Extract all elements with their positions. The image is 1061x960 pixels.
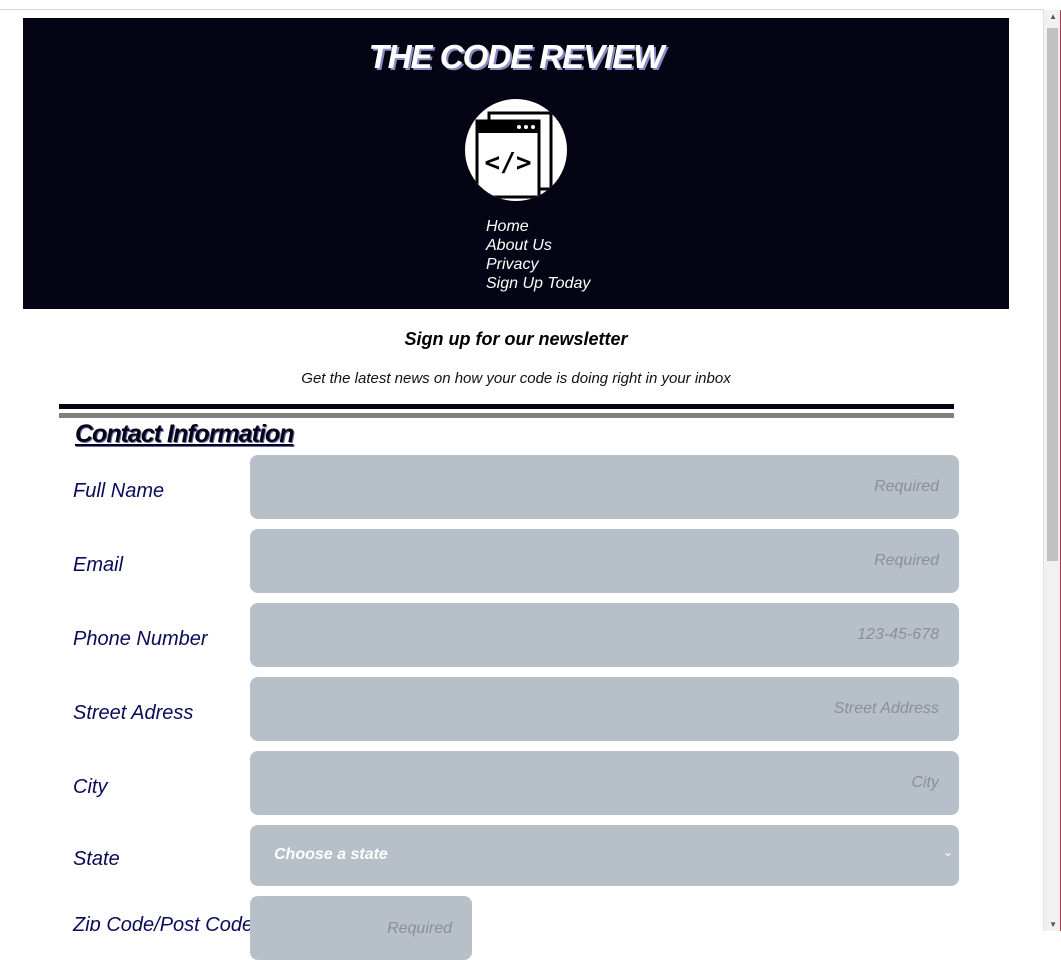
email-label: Email (73, 554, 124, 576)
zip-code-placeholder: Required (387, 920, 452, 937)
street-address-label: Street Adress (73, 702, 194, 724)
chevron-down-icon: ⌄ (942, 845, 953, 859)
zip-code-field[interactable]: Required (250, 896, 472, 960)
main-nav: Home About Us Privacy Sign Up Today (486, 217, 590, 293)
code-window-icon: </> (465, 99, 567, 201)
nav-home[interactable]: Home (486, 217, 590, 236)
state-select[interactable]: Choose a state ⌄ (250, 825, 959, 886)
city-label: City (73, 776, 108, 798)
svg-text:</>: </> (485, 148, 532, 178)
email-field[interactable] (250, 529, 959, 593)
nav-sign-up-today[interactable]: Sign Up Today (486, 274, 590, 293)
scroll-down-arrow-icon[interactable]: ▼ (1049, 921, 1057, 929)
scroll-up-arrow-icon[interactable]: ▲ (1049, 13, 1057, 21)
full-name-field[interactable] (250, 455, 959, 519)
scrollbar-thumb[interactable] (1047, 28, 1058, 561)
full-name-label: Full Name (73, 480, 165, 502)
city-field[interactable] (250, 751, 959, 815)
zip-code-label: Zip Code/Post Code (73, 914, 250, 931)
street-address-field[interactable] (250, 677, 959, 741)
state-label: State (73, 848, 120, 870)
phone-number-field[interactable] (250, 603, 959, 667)
nav-privacy[interactable]: Privacy (486, 255, 590, 274)
state-select-value: Choose a state (274, 846, 388, 863)
form-labels: Full Name Email Phone Number Street Adre… (0, 0, 250, 931)
phone-number-label: Phone Number (73, 628, 208, 650)
nav-about-us[interactable]: About Us (486, 236, 590, 255)
